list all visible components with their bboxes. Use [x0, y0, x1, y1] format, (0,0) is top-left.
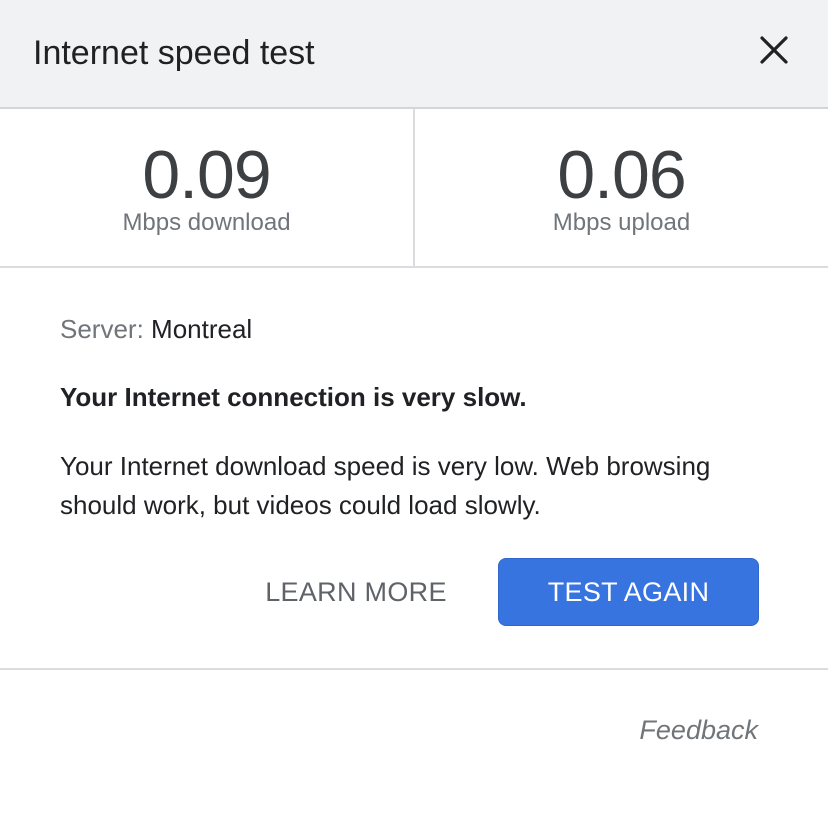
server-value: Montreal	[151, 314, 253, 344]
dialog-header: Internet speed test	[0, 0, 828, 109]
server-info: Server: Montreal	[60, 312, 252, 346]
upload-speed-label: Mbps upload	[552, 209, 691, 236]
download-result: 0.09 Mbps download	[0, 109, 413, 266]
upload-result: 0.06 Mbps upload	[415, 109, 828, 266]
close-button[interactable]	[752, 28, 796, 72]
status-headline: Your Internet connection is very slow.	[60, 382, 527, 412]
speed-results: 0.09 Mbps download 0.06 Mbps upload	[0, 109, 828, 268]
download-speed-label: Mbps download	[122, 209, 291, 236]
learn-more-button[interactable]: LEARN MORE	[256, 558, 456, 626]
download-speed-value: 0.09	[142, 137, 271, 213]
test-again-button[interactable]: TEST AGAIN	[498, 558, 759, 626]
server-label: Server:	[60, 314, 144, 344]
footer-divider	[0, 668, 828, 670]
feedback-link[interactable]: Feedback	[639, 713, 758, 747]
status-description: Your Internet download speed is very low…	[60, 451, 711, 520]
close-icon	[760, 36, 788, 64]
dialog-title: Internet speed test	[33, 34, 315, 72]
upload-speed-value: 0.06	[557, 137, 686, 213]
